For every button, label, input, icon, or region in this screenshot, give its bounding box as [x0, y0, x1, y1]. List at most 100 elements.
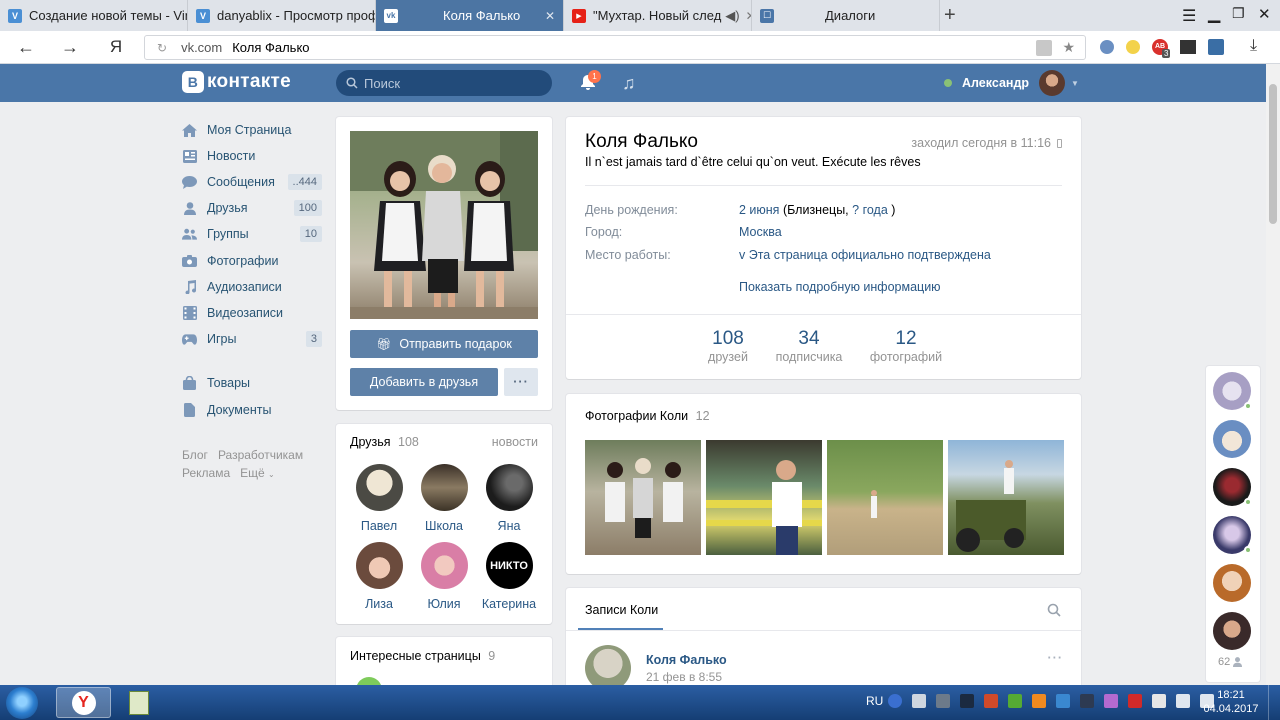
menu-item-photos[interactable]: Фотографии [182, 250, 322, 272]
friends-news-link[interactable]: новости [492, 435, 538, 449]
yandex-button[interactable]: Я [104, 37, 128, 57]
menu-icon[interactable]: ☰ [1182, 6, 1196, 26]
app-tray-icon[interactable] [960, 694, 974, 708]
online-count[interactable]: 62 [1218, 656, 1243, 668]
menu-item-my-page[interactable]: Моя Страница [182, 119, 322, 141]
taskbar-yandex-browser[interactable]: Y [56, 687, 111, 718]
vk-extension-icon[interactable] [1100, 40, 1114, 54]
photo-thumbnail-3[interactable] [827, 440, 943, 555]
menu-item-friends[interactable]: Друзья 100 [182, 197, 322, 219]
app-tray-icon[interactable] [1008, 694, 1022, 708]
menu-item-messages[interactable]: Сообщения ..444 [182, 171, 322, 193]
city-link[interactable]: Москва [739, 225, 782, 239]
close-icon[interactable]: ✕ [740, 9, 751, 23]
counter-friends[interactable]: 108 друзей [703, 328, 753, 364]
music-icon[interactable]: ♫ [622, 73, 636, 94]
forward-button[interactable]: → [58, 37, 82, 57]
menu-item-market[interactable]: Товары [182, 372, 322, 394]
birthday-date-link[interactable]: 2 июня [739, 203, 779, 217]
interesting-pages-header[interactable]: Интересные страницы 9 [350, 649, 495, 663]
notifications-button[interactable]: 1 [580, 70, 601, 94]
back-button[interactable]: ← [14, 37, 38, 57]
vk-logo[interactable]: В контакте [182, 71, 291, 93]
minimize-icon[interactable]: ▁ [1208, 4, 1220, 24]
friends-header[interactable]: Друзья 108 [350, 435, 419, 449]
wall-search-button[interactable] [1047, 603, 1061, 620]
settings-extension-icon[interactable] [1208, 39, 1224, 55]
browser-tab-3-active[interactable]: vk Коля Фалько ✕ [376, 0, 564, 31]
chat-avatar[interactable] [1213, 468, 1252, 506]
app-tray-icon[interactable] [1104, 694, 1118, 708]
developers-link[interactable]: Разработчикам [218, 448, 303, 462]
menu-item-games[interactable]: Игры 3 [182, 328, 322, 350]
app-tray-icon[interactable] [1080, 694, 1094, 708]
counter-photos[interactable]: 12 фотографий [866, 328, 946, 364]
new-tab-button[interactable]: + [944, 4, 956, 27]
friend-katerina[interactable]: НИКТО Катерина [479, 542, 539, 611]
birthday-year-link[interactable]: ? года [852, 203, 888, 217]
show-more-info-link[interactable]: Показать подробную информацию [739, 280, 941, 294]
profile-photo[interactable] [350, 131, 538, 319]
send-gift-button[interactable]: 🎁︎ Отправить подарок [350, 330, 538, 358]
app-tray-icon[interactable] [1056, 694, 1070, 708]
photo-thumbnail-4[interactable] [948, 440, 1064, 555]
restore-icon[interactable]: ❐ [1232, 5, 1245, 22]
signal-icon[interactable] [1176, 694, 1190, 708]
work-link[interactable]: v Эта страница официально подтверждена [739, 248, 991, 262]
chat-avatar[interactable] [1213, 612, 1251, 650]
reload-icon[interactable]: ↻ [157, 41, 167, 55]
chat-avatar[interactable] [1213, 516, 1252, 554]
wall-tab[interactable]: Записи Коли [585, 603, 658, 617]
page-scrollbar[interactable] [1266, 64, 1280, 685]
flag-icon[interactable] [1152, 694, 1166, 708]
counter-followers[interactable]: 34 подписчика [770, 328, 848, 364]
language-indicator[interactable]: RU [866, 694, 883, 708]
menu-item-video[interactable]: Видеозаписи [182, 302, 322, 324]
app-tray-icon[interactable] [1128, 694, 1142, 708]
menu-item-audio[interactable]: Аудиозаписи [182, 276, 322, 298]
chat-avatar[interactable] [1213, 420, 1251, 458]
post-date[interactable]: 21 фев в 8:55 [646, 670, 722, 684]
ads-link[interactable]: Реклама [182, 466, 230, 480]
taskbar-notepad[interactable] [124, 689, 154, 717]
help-icon[interactable] [888, 694, 902, 708]
download-icon[interactable]: ⤓ [1250, 37, 1257, 55]
browser-tab-4[interactable]: ▶ "Мухтар. Новый след ◀) ✕ [564, 0, 752, 31]
more-actions-button[interactable]: ··· [504, 368, 538, 396]
save-extension-icon[interactable] [1180, 40, 1196, 54]
friend-liza[interactable]: Лиза [349, 542, 409, 611]
browser-tab-1[interactable]: V Создание новой темы - Vin [0, 0, 188, 31]
network-icon[interactable] [912, 694, 926, 708]
friend-pavel[interactable]: Павел [349, 464, 409, 533]
chat-avatar[interactable] [1213, 372, 1252, 410]
friend-school[interactable]: Школа [414, 464, 474, 533]
photo-thumbnail-1[interactable] [585, 440, 701, 555]
scrollbar-thumb[interactable] [1269, 84, 1277, 224]
photos-header[interactable]: Фотографии Коли 12 [585, 409, 710, 423]
menu-item-documents[interactable]: Документы [182, 399, 322, 421]
friend-yana[interactable]: Яна [479, 464, 539, 533]
menu-item-news[interactable]: Новости [182, 145, 322, 167]
chat-avatar[interactable] [1213, 564, 1251, 602]
url-field[interactable]: ↻ vk.com Коля Фалько ★ [144, 35, 1086, 60]
windows-start-button[interactable] [6, 687, 38, 719]
browser-tab-5[interactable]: ☐ Диалоги [752, 0, 940, 31]
blog-link[interactable]: Блог [182, 448, 208, 462]
profile-status[interactable]: Il n`est jamais tard d`être celui qu`on … [585, 155, 921, 169]
user-menu[interactable]: Александр ▼ [944, 70, 1079, 96]
app-tray-icon[interactable] [1032, 694, 1046, 708]
friend-yulia[interactable]: Юлия [414, 542, 474, 611]
show-desktop-button[interactable] [1268, 685, 1280, 720]
browser-tab-2[interactable]: V danyablix - Просмотр проф [188, 0, 376, 31]
close-icon[interactable]: ✕ [539, 9, 555, 23]
close-window-icon[interactable]: ✕ [1258, 5, 1271, 23]
more-link[interactable]: Ещё ⌄ [240, 466, 275, 480]
menu-item-groups[interactable]: Группы 10 [182, 223, 322, 245]
lock-icon[interactable] [1036, 39, 1053, 56]
add-friend-button[interactable]: Добавить в друзья [350, 368, 498, 396]
post-author-link[interactable]: Коля Фалько [646, 653, 727, 667]
clock[interactable]: 18:21 04.04.2017 [1200, 688, 1262, 716]
app-tray-icon[interactable] [984, 694, 998, 708]
smile-extension-icon[interactable] [1126, 40, 1140, 54]
star-icon[interactable]: ★ [1062, 39, 1075, 56]
